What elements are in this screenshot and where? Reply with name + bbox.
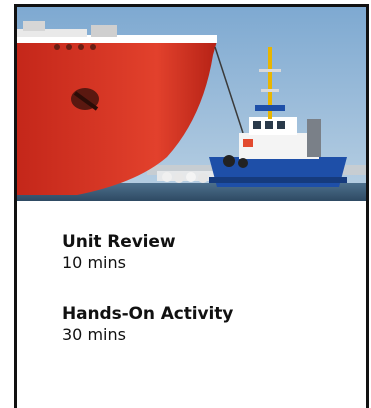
item-duration: 10 mins [62, 253, 126, 272]
lesson-card: Unit Review 10 mins Hands-On Activity 30… [14, 4, 369, 408]
hero-image [17, 7, 366, 201]
item-list: Unit Review 10 mins Hands-On Activity 30… [62, 231, 352, 375]
item-title: Hands-On Activity [62, 304, 234, 324]
ship-and-tugboat-photo [17, 7, 366, 201]
item-duration: 30 mins [62, 325, 126, 344]
list-item: Unit Review 10 mins [62, 231, 352, 273]
item-title: Unit Review [62, 232, 176, 252]
list-item: Hands-On Activity 30 mins [62, 303, 352, 345]
